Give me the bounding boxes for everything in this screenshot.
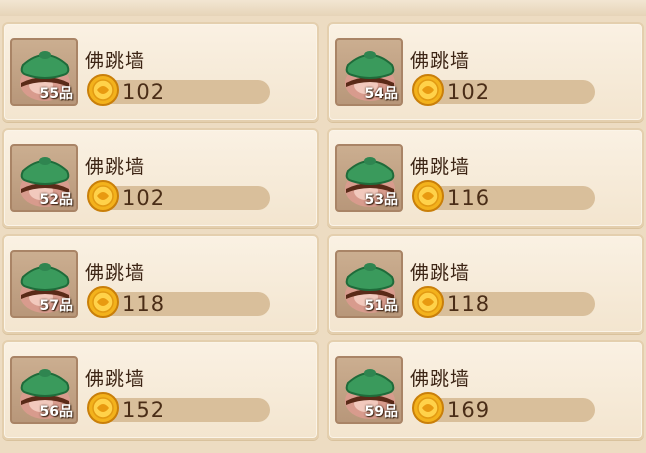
price-value: 116 bbox=[447, 186, 491, 210]
item-card[interactable]: 59品 佛跳墙 169 bbox=[327, 340, 644, 440]
item-icon-frame: 57品 bbox=[10, 250, 78, 318]
quality-label: 53品 bbox=[364, 192, 398, 208]
quality-label: 52品 bbox=[39, 192, 73, 208]
item-name: 佛跳墙 bbox=[85, 368, 146, 390]
item-card[interactable]: 55品 佛跳墙 102 bbox=[2, 22, 319, 122]
item-card[interactable]: 53品 佛跳墙 116 bbox=[327, 128, 644, 228]
item-card[interactable]: 51品 佛跳墙 118 bbox=[327, 234, 644, 334]
price-value: 102 bbox=[122, 186, 166, 210]
item-card[interactable]: 57品 佛跳墙 118 bbox=[2, 234, 319, 334]
item-icon-frame: 55品 bbox=[10, 38, 78, 106]
gold-coin-icon bbox=[412, 74, 444, 106]
price-value: 118 bbox=[122, 292, 166, 316]
item-icon-frame: 53品 bbox=[335, 144, 403, 212]
item-name: 佛跳墙 bbox=[410, 262, 471, 284]
quality-label: 51品 bbox=[364, 298, 398, 314]
item-name: 佛跳墙 bbox=[410, 156, 471, 178]
gold-coin-icon bbox=[87, 286, 119, 318]
price-value: 169 bbox=[447, 398, 491, 422]
item-card[interactable]: 54品 佛跳墙 102 bbox=[327, 22, 644, 122]
quality-label: 59品 bbox=[364, 404, 398, 420]
item-name: 佛跳墙 bbox=[410, 368, 471, 390]
gold-coin-icon bbox=[87, 180, 119, 212]
item-name: 佛跳墙 bbox=[410, 50, 471, 72]
item-icon-frame: 56品 bbox=[10, 356, 78, 424]
item-icon-frame: 52品 bbox=[10, 144, 78, 212]
item-card[interactable]: 52品 佛跳墙 102 bbox=[2, 128, 319, 228]
price-value: 152 bbox=[122, 398, 166, 422]
price-value: 102 bbox=[447, 80, 491, 104]
quality-label: 57品 bbox=[39, 298, 73, 314]
gold-coin-icon bbox=[87, 392, 119, 424]
quality-label: 55品 bbox=[39, 86, 73, 102]
top-panel-edge bbox=[0, 0, 646, 16]
gold-coin-icon bbox=[412, 286, 444, 318]
gold-coin-icon bbox=[412, 392, 444, 424]
item-name: 佛跳墙 bbox=[85, 156, 146, 178]
item-icon-frame: 54品 bbox=[335, 38, 403, 106]
gold-coin-icon bbox=[87, 74, 119, 106]
item-grid: 55品 佛跳墙 102 54品 佛跳墙 102 52品 佛跳墙 102 53品 … bbox=[2, 22, 644, 440]
item-card[interactable]: 56品 佛跳墙 152 bbox=[2, 340, 319, 440]
gold-coin-icon bbox=[412, 180, 444, 212]
price-value: 118 bbox=[447, 292, 491, 316]
item-icon-frame: 51品 bbox=[335, 250, 403, 318]
quality-label: 54品 bbox=[364, 86, 398, 102]
quality-label: 56品 bbox=[39, 404, 73, 420]
item-name: 佛跳墙 bbox=[85, 262, 146, 284]
item-name: 佛跳墙 bbox=[85, 50, 146, 72]
item-icon-frame: 59品 bbox=[335, 356, 403, 424]
price-value: 102 bbox=[122, 80, 166, 104]
